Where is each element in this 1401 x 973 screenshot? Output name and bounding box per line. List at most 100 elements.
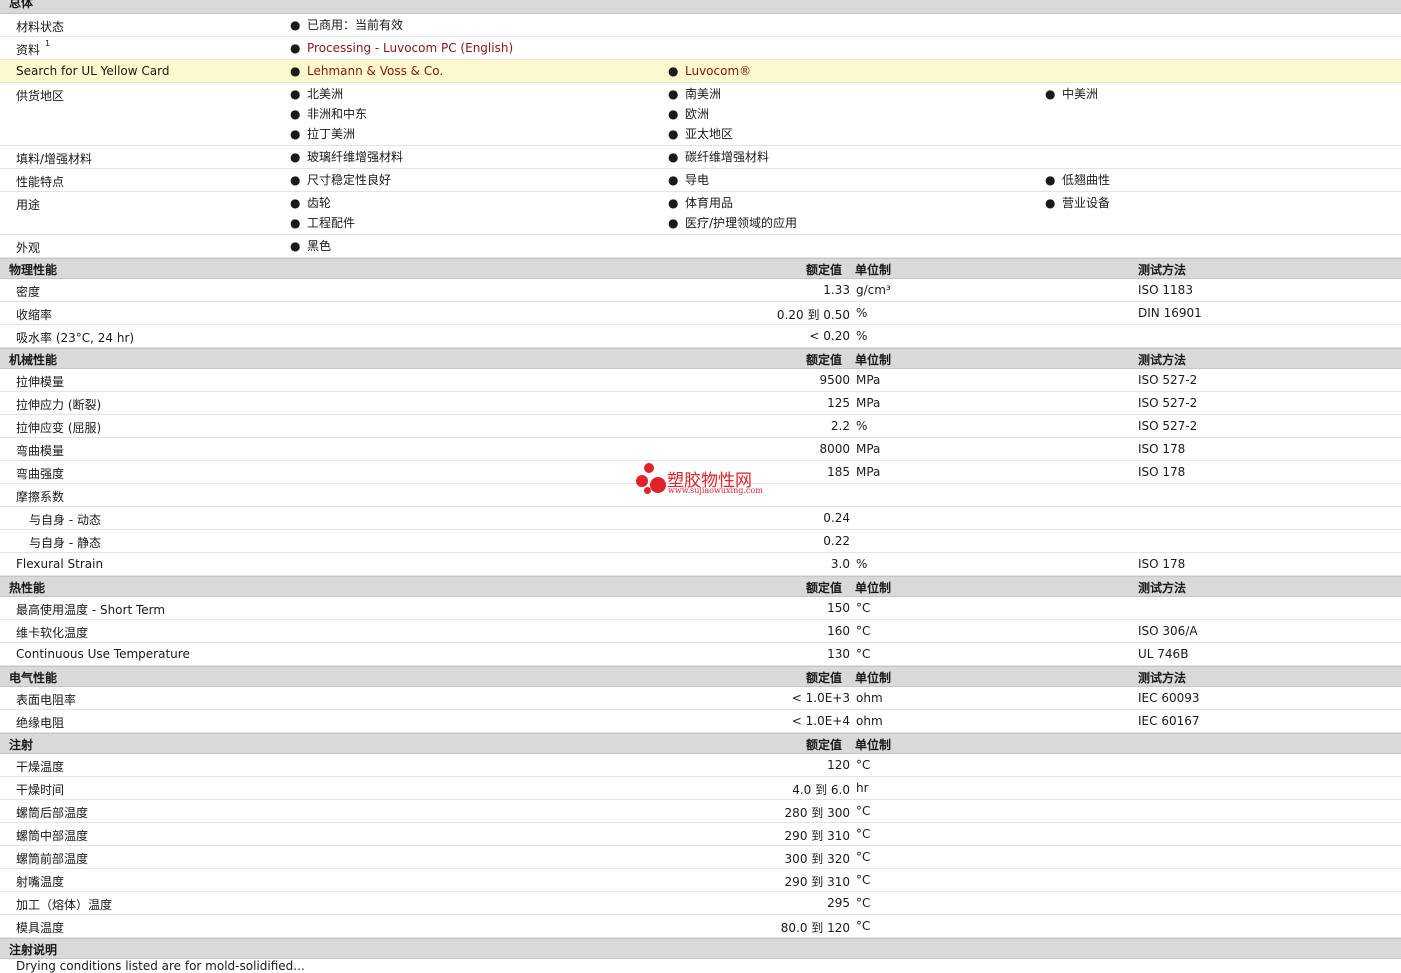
property-unit: °C xyxy=(856,873,871,887)
property-label: 弯曲强度 xyxy=(16,467,65,481)
bullet-icon: ● xyxy=(290,127,301,141)
column-header-unit: 单位制 xyxy=(855,671,892,685)
property-value: < 0.20 xyxy=(809,329,850,343)
footnote-marker[interactable]: 1 xyxy=(45,39,50,48)
property-value: 185 xyxy=(827,465,850,479)
property-label: 表面电阻率 xyxy=(16,693,77,707)
item-text: 黑色 xyxy=(307,239,332,253)
row-label: 性能特点 xyxy=(16,175,65,189)
bullet-icon: ● xyxy=(290,41,301,55)
property-unit: °C xyxy=(856,758,871,772)
property-label: 干燥温度 xyxy=(16,760,65,774)
info-column: ● Processing - Luvocom PC (English) xyxy=(290,41,513,61)
info-column: ● 北美洲 ● 非洲和中东 ● 拉丁美洲 xyxy=(290,87,367,147)
list-item: ● 拉丁美洲 xyxy=(290,127,367,147)
section-title: 注射说明 xyxy=(9,943,58,957)
property-row: 吸水率 (23°C, 24 hr) < 0.20% xyxy=(0,325,1401,348)
item-text: 低翘曲性 xyxy=(1062,173,1111,187)
property-value: 290 到 310 xyxy=(784,875,850,889)
property-unit: ohm xyxy=(856,714,883,728)
bullet-icon: ● xyxy=(290,64,301,78)
bullet-icon: ● xyxy=(290,18,301,32)
section-header-general: 总体 xyxy=(0,0,1401,14)
property-row: 与自身 - 动态 0.24 xyxy=(0,507,1401,530)
info-column: ● 齿轮 ● 工程配件 xyxy=(290,196,355,236)
bullet-icon: ● xyxy=(1045,173,1056,187)
item-text: 齿轮 xyxy=(307,196,332,210)
item-text: 玻璃纤维增强材料 xyxy=(307,150,404,164)
section-title: 总体 xyxy=(9,0,34,10)
property-value: 8000 xyxy=(819,442,850,456)
column-header-method: 测试方法 xyxy=(1138,353,1187,367)
property-unit: °C xyxy=(856,624,871,638)
property-label: 螺筒前部温度 xyxy=(16,852,89,866)
list-item[interactable]: ● Lehmann & Voss & Co. xyxy=(290,64,443,84)
section-header: 电气性能 额定值 单位制 测试方法 xyxy=(0,666,1401,687)
row-label: 供货地区 xyxy=(16,89,65,103)
info-row: 供货地区 ● 北美洲 ● 非洲和中东 ● 拉丁美洲 ● 南美洲 ● 欧洲 ● 亚太地区 ● 中美洲 xyxy=(0,83,1401,146)
info-column: ● 营业设备 xyxy=(1045,196,1110,216)
info-column: ● 低翘曲性 xyxy=(1045,173,1110,193)
list-item: ● 低翘曲性 xyxy=(1045,173,1110,193)
column-header-value: 额定值 xyxy=(806,353,843,367)
resource-link[interactable]: Luvocom® xyxy=(685,64,751,78)
property-label: 密度 xyxy=(16,285,41,299)
property-row: 收缩率 0.20 到 0.50% DIN 16901 xyxy=(0,302,1401,325)
test-method: ISO 178 xyxy=(1138,557,1186,571)
column-header-unit: 单位制 xyxy=(855,738,892,752)
row-label: 资料 xyxy=(16,43,41,57)
item-text: 拉丁美洲 xyxy=(307,127,356,141)
property-row: 螺筒中部温度 290 到 310 °C xyxy=(0,823,1401,846)
section-header: 机械性能 额定值 单位制 测试方法 xyxy=(0,348,1401,369)
info-row: Search for UL Yellow Card ● Lehmann & Voss… xyxy=(0,60,1401,83)
list-item: ● 工程配件 xyxy=(290,216,355,236)
bullet-icon: ● xyxy=(290,87,301,101)
list-item: ● 黑色 xyxy=(290,239,331,259)
property-label: 与自身 - 静态 xyxy=(29,536,101,550)
column-header-unit: 单位制 xyxy=(855,263,892,277)
column-header-value: 额定值 xyxy=(806,671,843,685)
column-header-unit: 单位制 xyxy=(855,353,892,367)
property-label: 模具温度 xyxy=(16,921,65,935)
list-item[interactable]: ● Luvocom® xyxy=(668,64,751,84)
property-value: 1.33 xyxy=(823,283,850,297)
section-title: 物理性能 xyxy=(9,263,58,277)
item-text: 非洲和中东 xyxy=(307,107,368,121)
info-column: ● Lehmann & Voss & Co. xyxy=(290,64,443,84)
bullet-icon: ● xyxy=(290,196,301,210)
property-row: 密度 1.33 g/cm³ ISO 1183 xyxy=(0,279,1401,302)
resource-link[interactable]: Processing - Luvocom PC (English) xyxy=(307,41,513,55)
watermark-logo: 塑胶物性网 www.sujiaowuxing.com xyxy=(636,463,776,499)
property-value: 120 xyxy=(827,758,850,772)
test-method: DIN 16901 xyxy=(1138,306,1202,320)
column-header-method: 测试方法 xyxy=(1138,581,1187,595)
info-column: ● 中美洲 xyxy=(1045,87,1098,107)
test-method: ISO 306/A xyxy=(1138,624,1198,638)
list-item: ● 齿轮 xyxy=(290,196,355,216)
property-label: 射嘴温度 xyxy=(16,875,65,889)
property-unit: % xyxy=(856,419,868,433)
bullet-icon: ● xyxy=(290,107,301,121)
section-header: 热性能 额定值 单位制 测试方法 xyxy=(0,576,1401,597)
list-item: ● 中美洲 xyxy=(1045,87,1098,107)
property-unit: °C xyxy=(856,827,871,841)
item-text: 欧洲 xyxy=(685,107,710,121)
property-label: 加工（熔体）温度 xyxy=(16,898,113,912)
item-text: 导电 xyxy=(685,173,710,187)
test-method: ISO 527-2 xyxy=(1138,373,1198,387)
property-label: Continuous Use Temperature xyxy=(16,647,190,661)
list-item: ● 已商用：当前有效 xyxy=(290,18,403,38)
list-item[interactable]: ● Processing - Luvocom PC (English) xyxy=(290,41,513,61)
info-column: ● 尺寸稳定性良好 xyxy=(290,173,391,193)
property-unit: ohm xyxy=(856,691,883,705)
section-title: 电气性能 xyxy=(9,671,58,685)
list-item: ● 导电 xyxy=(668,173,709,193)
property-label: 干燥时间 xyxy=(16,783,65,797)
info-column: ● 碳纤维增强材料 xyxy=(668,150,769,170)
resource-link[interactable]: Lehmann & Voss & Co. xyxy=(307,64,443,78)
property-label: 收缩率 xyxy=(16,308,53,322)
property-value: < 1.0E+4 xyxy=(791,714,850,728)
property-row: 维卡软化温度 160 °C ISO 306/A xyxy=(0,620,1401,643)
bullet-icon: ● xyxy=(290,239,301,253)
property-label: Flexural Strain xyxy=(16,557,104,571)
